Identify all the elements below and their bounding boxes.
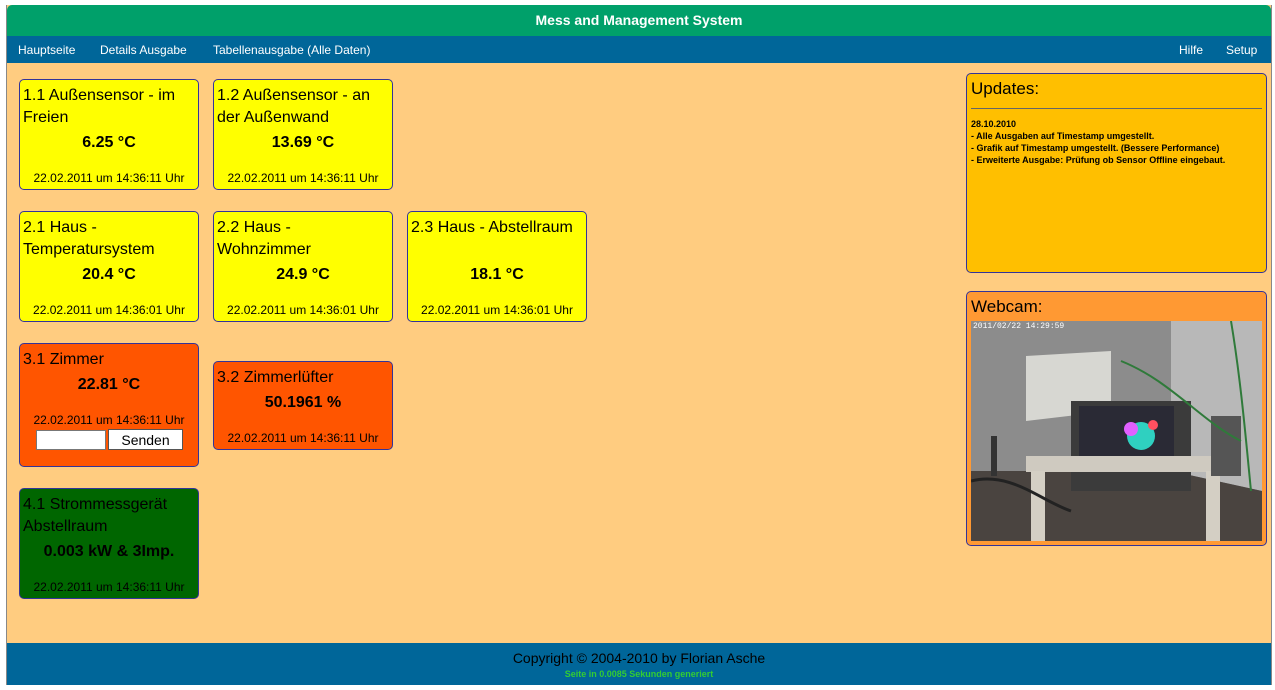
setpoint-input[interactable] [36, 430, 106, 450]
updates-date: 28.10.2010 [971, 119, 1017, 129]
sensor-tile-3-1[interactable]: 3.1 Zimmer 22.81 °C 22.02.2011 um 14:36:… [19, 343, 199, 467]
tile-value: 22.81 °C [77, 376, 141, 393]
sensor-tile-2-2[interactable]: 2.2 Haus - Wohnzimmer 24.9 °C 22.02.2011… [213, 211, 393, 322]
tile-value: 0.003 kW & 3Imp. [43, 543, 175, 560]
tile-timestamp: 22.02.2011 um 14:36:01 Uhr [421, 303, 573, 317]
tile-title: 2.1 Haus - Temperatursystem [23, 219, 155, 258]
tile-timestamp: 22.02.2011 um 14:36:11 Uhr [227, 171, 379, 185]
generation-time: Seite in 0.0085 Sekunden generiert [564, 669, 714, 679]
tile-title: 1.1 Außensensor - im Freien [23, 87, 176, 126]
nav-details-ausgabe[interactable]: Details Ausgabe [100, 43, 187, 57]
nav-hilfe[interactable]: Hilfe [1179, 43, 1203, 57]
footer: Copyright © 2004-2010 by Florian Asche S… [7, 643, 1271, 685]
tile-value: 50.1961 % [264, 394, 342, 411]
webcam-panel: Webcam: 2011/02/22 14:29:59 [966, 291, 1267, 546]
tile-title: 2.2 Haus - Wohnzimmer [217, 219, 311, 258]
tile-title: 3.2 Zimmerlüfter [217, 369, 334, 386]
sensor-tile-3-2[interactable]: 3.2 Zimmerlüfter 50.1961 % 22.02.2011 um… [213, 361, 393, 450]
tile-timestamp: 22.02.2011 um 14:36:01 Uhr [227, 303, 379, 317]
nav-hauptseite[interactable]: Hauptseite [18, 43, 75, 57]
senden-button[interactable]: Senden [108, 429, 183, 450]
updates-content: 28.10.2010 - Alle Ausgaben auf Timestamp… [971, 118, 1262, 166]
tile-value: 18.1 °C [470, 266, 524, 283]
updates-item: - Grafik auf Timestamp umgestellt. (Bess… [971, 143, 1220, 153]
tile-timestamp: 22.02.2011 um 14:36:01 Uhr [33, 303, 185, 317]
tile-value: 20.4 °C [82, 266, 136, 283]
sensor-tile-2-1[interactable]: 2.1 Haus - Temperatursystem 20.4 °C 22.0… [19, 211, 199, 322]
nav-tabellenausgabe[interactable]: Tabellenausgabe (Alle Daten) [213, 43, 370, 57]
updates-divider [971, 108, 1262, 109]
webcam-scene [971, 321, 1262, 541]
updates-item: - Alle Ausgaben auf Timestamp umgestellt… [971, 131, 1155, 141]
updates-panel: Updates: 28.10.2010 - Alle Ausgaben auf … [966, 73, 1267, 273]
updates-item: - Erweiterte Ausgabe: Prüfung ob Sensor … [971, 155, 1226, 165]
webcam-heading: Webcam: [971, 297, 1043, 316]
tile-title: 3.1 Zimmer [23, 351, 104, 368]
nav-setup[interactable]: Setup [1226, 43, 1257, 57]
tile-value: 24.9 °C [276, 266, 330, 283]
webcam-timestamp: 2011/02/22 14:29:59 [973, 322, 1065, 331]
tile-timestamp: 22.02.2011 um 14:36:11 Uhr [33, 413, 185, 427]
tile-value: 13.69 °C [271, 134, 335, 151]
copyright-text: Copyright © 2004-2010 by Florian Asche [512, 650, 766, 666]
sensor-tile-1-1[interactable]: 1.1 Außensensor - im Freien 6.25 °C 22.0… [19, 79, 199, 190]
updates-heading: Updates: [971, 79, 1040, 98]
page-frame: Mess and Management System Hauptseite De… [6, 5, 1272, 685]
tile-value: 6.25 °C [82, 134, 136, 151]
nav-bar: Hauptseite Details Ausgabe Tabellenausga… [7, 36, 1271, 63]
app-title: Mess and Management System [7, 5, 1271, 36]
sensor-tile-1-2[interactable]: 1.2 Außensensor - an der Außenwand 13.69… [213, 79, 393, 190]
tile-title: 4.1 Strommessgerät Abstellraum [23, 496, 168, 535]
tile-timestamp: 22.02.2011 um 14:36:11 Uhr [33, 171, 185, 185]
tile-timestamp: 22.02.2011 um 14:36:11 Uhr [227, 431, 379, 445]
sensor-tile-2-3[interactable]: 2.3 Haus - Abstellraum 18.1 °C 22.02.201… [407, 211, 587, 322]
tile-title: 2.3 Haus - Abstellraum [411, 219, 573, 236]
sensor-tile-4-1[interactable]: 4.1 Strommessgerät Abstellraum 0.003 kW … [19, 488, 199, 599]
tile-title: 1.2 Außensensor - an der Außenwand [217, 87, 370, 126]
webcam-image[interactable]: 2011/02/22 14:29:59 [971, 321, 1262, 541]
tile-timestamp: 22.02.2011 um 14:36:11 Uhr [33, 580, 185, 594]
